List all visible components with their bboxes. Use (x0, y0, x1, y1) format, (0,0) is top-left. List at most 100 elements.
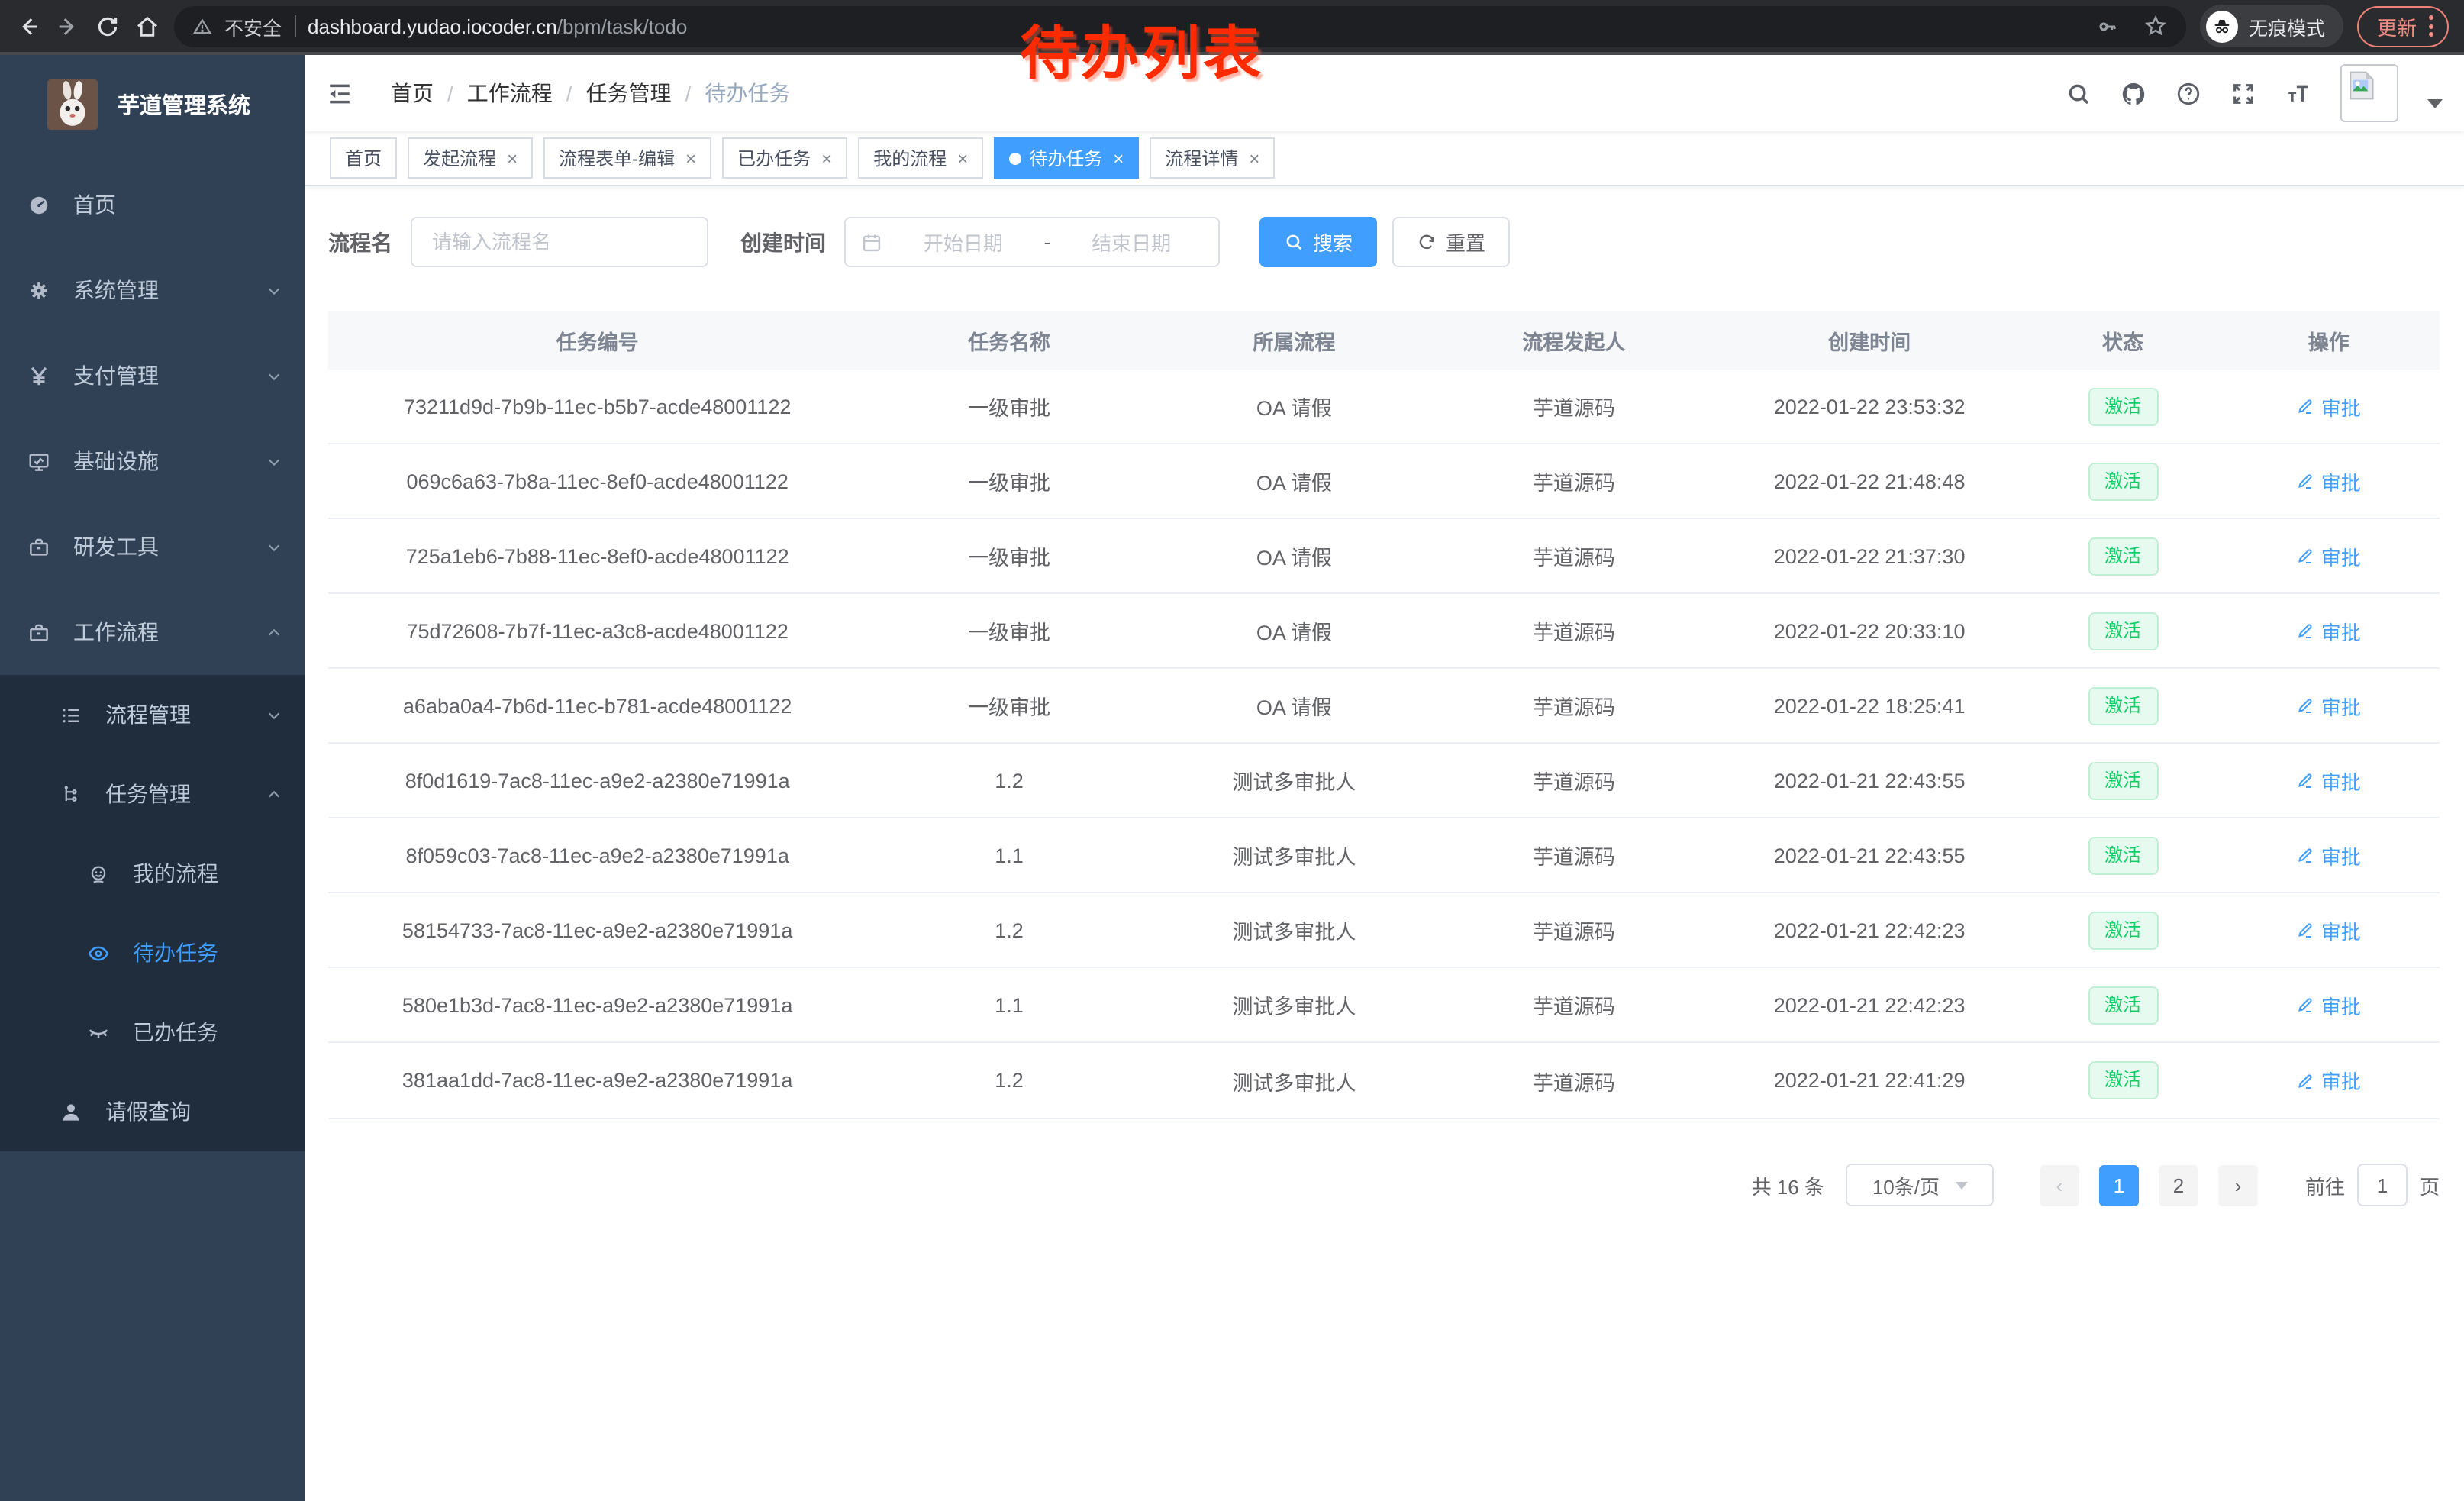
security-label[interactable]: 不安全 (224, 11, 282, 40)
date-range-picker[interactable]: 开始日期 - 结束日期 (844, 217, 1220, 267)
browser-menu-button[interactable]: 更新 (2357, 5, 2449, 47)
incognito-badge: 无痕模式 (2200, 5, 2343, 47)
cell-task-id: 725a1eb6-7b88-11ec-8ef0-acde48001122 (328, 544, 866, 567)
table-header: 任务编号 任务名称 所属流程 流程发起人 创建时间 状态 操作 (328, 311, 2440, 370)
tab-form-edit[interactable]: 流程表单-编辑× (543, 137, 711, 179)
tab-home[interactable]: 首页 (330, 137, 397, 179)
table-body: 73211d9d-7b9b-11ec-b5b7-acde48001122 一级审… (328, 370, 2440, 1118)
reload-icon[interactable] (95, 13, 121, 39)
approve-link[interactable]: 审批 (2297, 466, 2361, 495)
search-icon[interactable] (2066, 80, 2091, 106)
search-icon (1284, 232, 1304, 252)
chevron-down-icon (266, 538, 282, 555)
list-icon (60, 703, 82, 726)
home-icon[interactable] (134, 13, 160, 39)
cell-task-name: 1.2 (866, 1069, 1151, 1092)
sidebar-collapse-icon[interactable] (327, 80, 353, 106)
edit-pencil-icon (2297, 696, 2315, 715)
sidebar-item-workflow[interactable]: 工作流程 (0, 589, 305, 675)
bookmark-star-icon[interactable] (2143, 14, 2168, 38)
tab-done-tasks[interactable]: 已办任务× (722, 137, 847, 179)
kebab-menu-icon[interactable] (2429, 15, 2433, 37)
approve-link[interactable]: 审批 (2297, 841, 2361, 870)
calendar-icon (861, 231, 882, 253)
approve-link[interactable]: 审批 (2297, 541, 2361, 570)
close-icon[interactable]: × (685, 147, 696, 169)
app-logo-row[interactable]: 芋道管理系统 (0, 55, 305, 140)
avatar[interactable] (2340, 64, 2398, 122)
cell-starter: 芋道源码 (1437, 840, 1711, 870)
sidebar-item-my-process[interactable]: 我的流程 (0, 834, 305, 913)
close-icon[interactable]: × (1249, 147, 1259, 169)
status-badge: 激活 (2088, 1061, 2158, 1099)
avatar-caret-icon[interactable] (2427, 99, 2443, 108)
sidebar-item-system[interactable]: 系统管理 (0, 247, 305, 333)
process-name-input[interactable] (411, 217, 708, 267)
security-warning-icon[interactable] (192, 16, 212, 36)
tab-todo-tasks[interactable]: 待办任务× (994, 137, 1139, 179)
close-icon[interactable]: × (1113, 147, 1124, 169)
approve-link[interactable]: 审批 (2297, 616, 2361, 645)
page-button-1[interactable]: 1 (2099, 1164, 2139, 1206)
close-icon[interactable]: × (507, 147, 518, 169)
approve-link[interactable]: 审批 (2297, 1066, 2361, 1095)
cell-starter: 芋道源码 (1437, 915, 1711, 945)
sidebar-item-done-tasks[interactable]: 已办任务 (0, 993, 305, 1072)
breadcrumb-workflow[interactable]: 工作流程 (467, 78, 553, 108)
close-icon[interactable]: × (821, 147, 832, 169)
prev-page-button[interactable]: ‹ (2040, 1164, 2079, 1206)
forward-icon[interactable] (55, 13, 81, 39)
page-size-select[interactable]: 10条/页 (1846, 1164, 1994, 1206)
search-button[interactable]: 搜索 (1259, 217, 1377, 267)
cell-process: 测试多审批人 (1152, 840, 1437, 870)
end-date-placeholder[interactable]: 结束日期 (1059, 228, 1203, 257)
close-icon[interactable]: × (957, 147, 968, 169)
edit-pencil-icon (2297, 1071, 2315, 1089)
start-date-placeholder[interactable]: 开始日期 (892, 228, 1035, 257)
annotation-overlay: 待办列表 (1020, 6, 1264, 90)
reset-button[interactable]: 重置 (1392, 217, 1510, 267)
approve-link[interactable]: 审批 (2297, 691, 2361, 720)
approve-link[interactable]: 审批 (2297, 392, 2361, 421)
total-count: 共 16 条 (1752, 1170, 1824, 1199)
sidebar-item-home[interactable]: 首页 (0, 162, 305, 247)
approve-link[interactable]: 审批 (2297, 915, 2361, 944)
next-page-button[interactable]: › (2218, 1164, 2258, 1206)
robot-face-icon (87, 862, 110, 885)
edit-pencil-icon (2297, 921, 2315, 939)
gear-icon (27, 279, 50, 302)
sidebar-item-process-mgmt[interactable]: 流程管理 (0, 675, 305, 754)
sidebar-item-leave-query[interactable]: 请假查询 (0, 1072, 305, 1151)
sidebar-item-infrastructure[interactable]: 基础设施 (0, 418, 305, 504)
chevron-up-icon (266, 624, 282, 641)
user-icon (60, 1100, 82, 1123)
sidebar-item-payment[interactable]: 支付管理 (0, 333, 305, 418)
url-text[interactable]: dashboard.yudao.iocoder.cn/bpm/task/todo (308, 15, 687, 37)
fullscreen-icon[interactable] (2230, 80, 2256, 106)
password-key-icon[interactable] (2096, 15, 2119, 37)
col-process: 所属流程 (1152, 325, 1437, 356)
tab-process-detail[interactable]: 流程详情× (1150, 137, 1275, 179)
cell-task-name: 1.1 (866, 993, 1151, 1016)
page-button-2[interactable]: 2 (2159, 1164, 2198, 1206)
screen: 不安全 dashboard.yudao.iocoder.cn/bpm/task/… (0, 0, 2464, 1501)
help-icon[interactable] (2175, 80, 2201, 106)
approve-link[interactable]: 审批 (2297, 990, 2361, 1019)
breadcrumb-home[interactable]: 首页 (391, 78, 434, 108)
sidebar-item-devtools[interactable]: 研发工具 (0, 504, 305, 589)
chevron-down-icon (266, 282, 282, 299)
tab-start-process[interactable]: 发起流程× (408, 137, 533, 179)
omnibox-divider (294, 15, 295, 37)
cell-starter: 芋道源码 (1437, 391, 1711, 421)
status-badge: 激活 (2088, 836, 2158, 874)
goto-page-input[interactable] (2357, 1164, 2408, 1206)
tab-my-process[interactable]: 我的流程× (858, 137, 983, 179)
approve-link[interactable]: 审批 (2297, 766, 2361, 795)
font-size-icon[interactable] (2285, 80, 2311, 106)
breadcrumb-task-mgmt[interactable]: 任务管理 (586, 78, 672, 108)
github-icon[interactable] (2121, 80, 2146, 106)
sidebar-item-task-mgmt[interactable]: 任务管理 (0, 754, 305, 834)
update-label: 更新 (2377, 11, 2417, 40)
back-icon[interactable] (15, 13, 41, 39)
sidebar-item-todo-tasks[interactable]: 待办任务 (0, 913, 305, 993)
